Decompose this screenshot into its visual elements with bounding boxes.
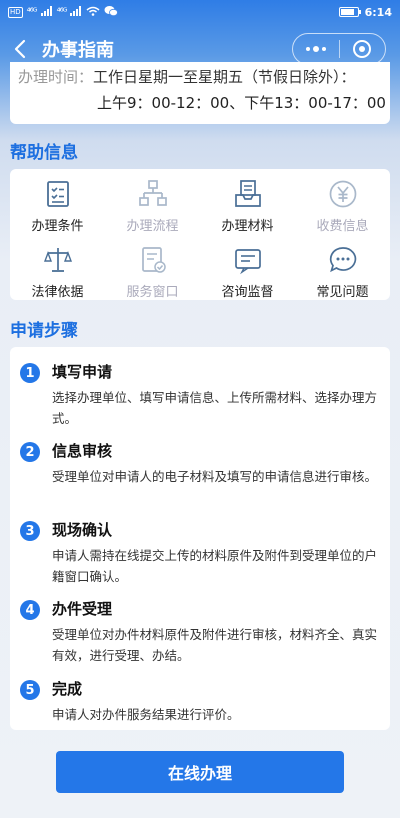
office-hours-label: 办理时间： bbox=[18, 68, 94, 86]
step-number-badge: 5 bbox=[20, 680, 40, 700]
step-number-badge: 3 bbox=[20, 521, 40, 541]
signal-bars-1-icon bbox=[40, 5, 53, 19]
status-bar: HD ⁴⁶ᴳ ⁴⁶ᴳ 6:14 bbox=[0, 0, 400, 24]
message-box-icon bbox=[234, 248, 261, 274]
office-hours-card: 办理时间：工作日星期一至星期五（节假日除外）： 上午9：00-12：00、下午1… bbox=[10, 62, 390, 124]
form-check-icon bbox=[141, 246, 166, 273]
close-miniprogram-button[interactable] bbox=[340, 34, 386, 64]
office-hours-times: 上午9：00-12：00、下午13：00-17：00 bbox=[97, 94, 386, 112]
target-icon bbox=[353, 40, 372, 58]
step-description: 受理单位对申请人的电子材料及填写的申请信息进行审核。 bbox=[52, 469, 378, 484]
wifi-icon bbox=[86, 6, 100, 19]
battery-icon bbox=[338, 7, 361, 17]
help-section-title: 帮助信息 bbox=[10, 143, 78, 163]
inbox-icon bbox=[234, 180, 261, 207]
signal-1-icon: ⁴⁶ᴳ bbox=[26, 6, 38, 18]
step-title: 填写申请 bbox=[52, 363, 113, 381]
help-label: 办理材料 bbox=[221, 219, 274, 234]
step-description: 申请人对办件服务结果进行评价。 bbox=[52, 707, 240, 722]
steps-section-title: 申请步骤 bbox=[10, 321, 78, 341]
clock: 6:14 bbox=[364, 5, 392, 19]
chevron-left-icon bbox=[14, 39, 26, 59]
help-item-service-window[interactable]: 服务窗口 bbox=[105, 235, 200, 301]
help-label: 办理流程 bbox=[126, 219, 179, 234]
help-label: 法律依据 bbox=[31, 284, 84, 300]
scales-icon bbox=[43, 247, 72, 272]
help-label: 收费信息 bbox=[316, 219, 369, 234]
checklist-icon bbox=[46, 181, 69, 207]
flowchart-icon bbox=[138, 180, 167, 206]
step-number-badge: 4 bbox=[20, 600, 40, 620]
help-item-process[interactable]: 办理流程 bbox=[105, 169, 200, 235]
step-title: 现场确认 bbox=[52, 521, 113, 539]
help-grid: 办理条件 办理流程 办理材料 收费信息 法律依据 服务窗口 咨询监督 常见问题 bbox=[10, 169, 390, 300]
help-item-fees[interactable]: 收费信息 bbox=[295, 169, 390, 235]
step-title: 完成 bbox=[52, 680, 83, 698]
help-item-legal-basis[interactable]: 法律依据 bbox=[10, 235, 105, 301]
step-description: 选择办理单位、填写申请信息、上传所需材料、选择办理方式。 bbox=[52, 390, 378, 426]
help-label: 常见问题 bbox=[316, 284, 369, 300]
miniprogram-capsule bbox=[292, 33, 386, 65]
signal-2-icon: ⁴⁶ᴳ bbox=[56, 6, 68, 18]
help-label: 咨询监督 bbox=[221, 284, 274, 300]
signal-bars-2-icon bbox=[70, 5, 82, 19]
step-description: 受理单位对办件材料原件及附件进行审核，材料齐全、真实有效，进行受理、办结。 bbox=[52, 627, 378, 663]
apply-online-button[interactable]: 在线办理 bbox=[56, 751, 344, 793]
more-button[interactable] bbox=[293, 34, 339, 64]
help-label: 服务窗口 bbox=[126, 284, 179, 300]
step-title: 办件受理 bbox=[52, 600, 113, 618]
office-hours-days: 工作日星期一至星期五（节假日除外）： bbox=[93, 68, 356, 86]
help-item-materials[interactable]: 办理材料 bbox=[200, 169, 295, 235]
step-description: 申请人需持在线提交上传的材料原件及附件到受理单位的户籍窗口确认。 bbox=[52, 548, 378, 584]
yen-icon bbox=[329, 180, 356, 208]
help-item-conditions[interactable]: 办理条件 bbox=[10, 169, 105, 235]
hd-badge: HD bbox=[8, 6, 23, 18]
help-item-consult-supervise[interactable]: 咨询监督 bbox=[200, 235, 295, 301]
help-item-faq[interactable]: 常见问题 bbox=[295, 235, 390, 301]
step-title: 信息审核 bbox=[52, 442, 113, 460]
wechat-icon bbox=[104, 5, 119, 20]
step-number-badge: 2 bbox=[20, 442, 40, 462]
page-title: 办事指南 bbox=[42, 40, 114, 61]
help-label: 办理条件 bbox=[31, 219, 84, 234]
more-dots-icon bbox=[305, 46, 326, 52]
step-number-badge: 1 bbox=[20, 363, 40, 383]
steps-card: 1 填写申请 选择办理单位、填写申请信息、上传所需材料、选择办理方式。 2 信息… bbox=[10, 347, 390, 730]
office-hours-row1: 办理时间：工作日星期一至星期五（节假日除外）： bbox=[18, 66, 356, 87]
chat-bubble-icon bbox=[329, 246, 356, 272]
